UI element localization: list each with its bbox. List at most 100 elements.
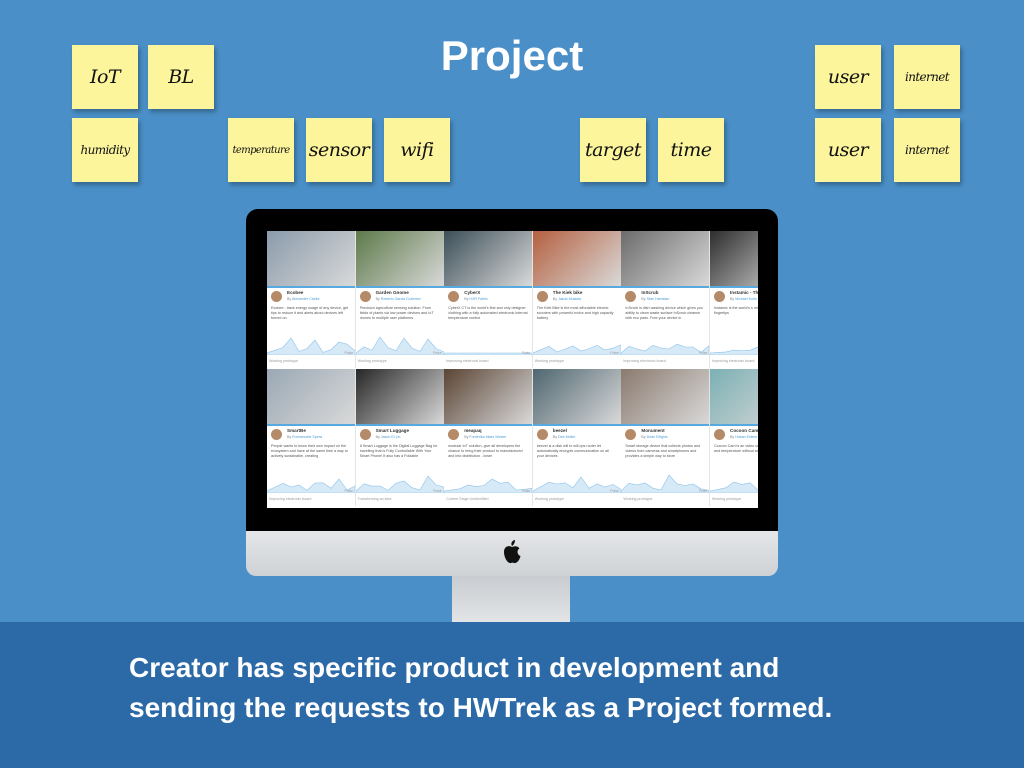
sticky-note-wifi: wifi <box>384 118 450 182</box>
project-card[interactable]: Cocoon Cam By Hasan Erdem Cocoon Cam is an… <box>710 369 758 506</box>
creator-avatar[interactable] <box>625 429 637 440</box>
pulse-label: Pulse <box>521 351 531 355</box>
creator-name-link[interactable]: Jason El Lin <box>381 435 401 439</box>
creator-name-link[interactable]: Stan Hamidan <box>647 297 670 301</box>
creator-avatar[interactable] <box>536 291 548 302</box>
project-description: Precision agriculture sensing solution. … <box>359 306 434 320</box>
creator-name-link[interactable]: Hasan Erdem <box>735 435 757 439</box>
card-divider <box>444 424 533 426</box>
project-card[interactable]: Ecobee By Alexander Clarke Ecobee - track … <box>267 231 356 368</box>
pulse-sparkline <box>532 344 621 355</box>
project-title[interactable]: Ecobee <box>287 290 303 295</box>
project-title[interactable]: Instamic - The <box>730 290 758 295</box>
creator-name-link[interactable]: Michael Kuhn <box>735 297 757 301</box>
creator-name-link[interactable]: Frederika Mass Wester <box>469 435 506 439</box>
project-photo[interactable] <box>532 369 621 424</box>
creator-avatar[interactable] <box>271 429 282 440</box>
project-card[interactable]: The Kiek bike By Jakub Musiała The Kiek Bi… <box>532 231 622 368</box>
project-card[interactable]: Instamic - The By Michael Kuhn Instamic is… <box>710 231 758 368</box>
by-prefix: By <box>552 435 557 439</box>
project-description: InScrub is dish washing device which giv… <box>625 306 703 320</box>
project-card[interactable]: CyberX By HXR Fabric CyberX CT is the worl… <box>444 231 534 368</box>
by-prefix: By <box>641 435 646 439</box>
pulse-label: Pulse <box>344 351 353 355</box>
imac-stand <box>452 576 570 624</box>
creator-name-link[interactable]: Emmanuele Spera <box>292 435 322 439</box>
project-creator: By Stan Hamidan <box>641 297 669 301</box>
creator-name-link[interactable]: Dee Moller <box>558 435 575 439</box>
creator-avatar[interactable] <box>448 429 460 440</box>
creator-name-link[interactable]: Roberto Garcia Gutierrez <box>381 297 421 301</box>
project-description: CyberX CT is the world's first and only … <box>448 306 528 320</box>
project-creator: By HXR Fabric <box>464 297 488 301</box>
project-title[interactable]: meapaq <box>464 428 481 433</box>
by-prefix: By <box>730 435 735 439</box>
project-title[interactable]: SmartBe <box>287 428 306 433</box>
project-creator: By Frederika Mass Wester <box>464 435 506 439</box>
card-divider <box>444 286 533 288</box>
creator-avatar[interactable] <box>359 291 371 302</box>
sticky-note-user: user <box>815 118 881 182</box>
project-card[interactable]: InScrub By Stan Hamidan InScrub is dish wa… <box>621 231 711 368</box>
project-title[interactable]: Cocoon Cam <box>730 428 758 433</box>
creator-name-link[interactable]: Alexander Clarke <box>292 297 320 301</box>
project-stage: Improving electronic board <box>623 359 666 363</box>
by-prefix: By <box>730 297 735 301</box>
project-title[interactable]: Garden Gnome <box>376 290 409 295</box>
project-photo[interactable] <box>444 369 533 424</box>
project-title[interactable]: The Kiek bike <box>553 290 583 295</box>
creator-avatar[interactable] <box>625 291 637 302</box>
project-stage: Improving electronic board <box>712 359 755 363</box>
creator-avatar[interactable] <box>359 429 371 440</box>
creator-name-link[interactable]: Dean Ellighis <box>647 435 668 439</box>
creator-name-link[interactable]: HXR Fabric <box>469 297 488 301</box>
project-photo[interactable] <box>355 231 444 286</box>
project-title[interactable]: CyberX <box>464 290 480 295</box>
project-stage: Working prototype <box>534 359 564 363</box>
project-photo[interactable] <box>532 231 621 286</box>
caption-text: Creator has specific product in developm… <box>129 648 989 728</box>
sticky-note-internet: internet <box>894 45 960 109</box>
project-title[interactable]: beezel <box>553 428 567 433</box>
card-divider <box>621 424 710 426</box>
pulse-sparkline <box>621 343 710 355</box>
by-prefix: By <box>641 297 646 301</box>
project-card[interactable]: beezel By Dee Moller beezel is a disk will… <box>532 369 622 506</box>
sticky-note-time: time <box>658 118 724 182</box>
project-card[interactable]: meapaq By Frederika Mass Wester modular Io… <box>444 369 534 506</box>
sticky-note-label: user <box>827 139 869 161</box>
project-card[interactable]: SmartBe By Emmanuele Spera People wants to… <box>267 369 356 506</box>
by-prefix: By <box>464 297 469 301</box>
card-divider <box>710 286 758 288</box>
project-title[interactable]: Monument <box>641 428 664 433</box>
creator-avatar[interactable] <box>448 291 460 302</box>
project-photo[interactable] <box>355 369 444 424</box>
project-photo[interactable] <box>267 231 355 286</box>
project-title[interactable]: Smart Luggage <box>376 428 409 433</box>
project-card[interactable]: Monument By Dean Ellighis Smart storage de… <box>621 369 711 506</box>
sticky-note-iot: IoT <box>72 45 138 109</box>
project-stage: Transforming an idea <box>357 497 392 501</box>
creator-avatar[interactable] <box>714 429 725 440</box>
project-card[interactable]: Garden Gnome By Roberto Garcia Gutierrez P… <box>355 231 445 368</box>
project-photo[interactable] <box>267 369 355 424</box>
creator-avatar[interactable] <box>714 291 725 302</box>
project-photo[interactable] <box>444 231 533 286</box>
pulse-sparkline <box>267 337 355 355</box>
project-photo[interactable] <box>710 369 758 424</box>
sticky-note-temperature: temperature <box>228 118 294 182</box>
pulse-label: Pulse <box>433 489 442 493</box>
project-photo[interactable] <box>621 369 710 424</box>
card-divider <box>621 286 710 288</box>
sticky-note-internet: internet <box>894 118 960 182</box>
project-stage: Improving electronic board <box>446 359 489 363</box>
project-description: The Kiek Bike is the most affordable ele… <box>536 306 614 320</box>
project-photo[interactable] <box>710 231 758 286</box>
creator-name-link[interactable]: Jakub Musiała <box>558 297 581 301</box>
project-card[interactable]: Smart Luggage By Jason El Lin A Smart Lugg… <box>355 369 445 506</box>
creator-avatar[interactable] <box>536 429 548 440</box>
creator-avatar[interactable] <box>271 291 282 302</box>
project-title[interactable]: InScrub <box>641 290 658 295</box>
project-description: Cocoon Cam is an video can detect the he… <box>714 444 758 453</box>
project-photo[interactable] <box>621 231 710 286</box>
